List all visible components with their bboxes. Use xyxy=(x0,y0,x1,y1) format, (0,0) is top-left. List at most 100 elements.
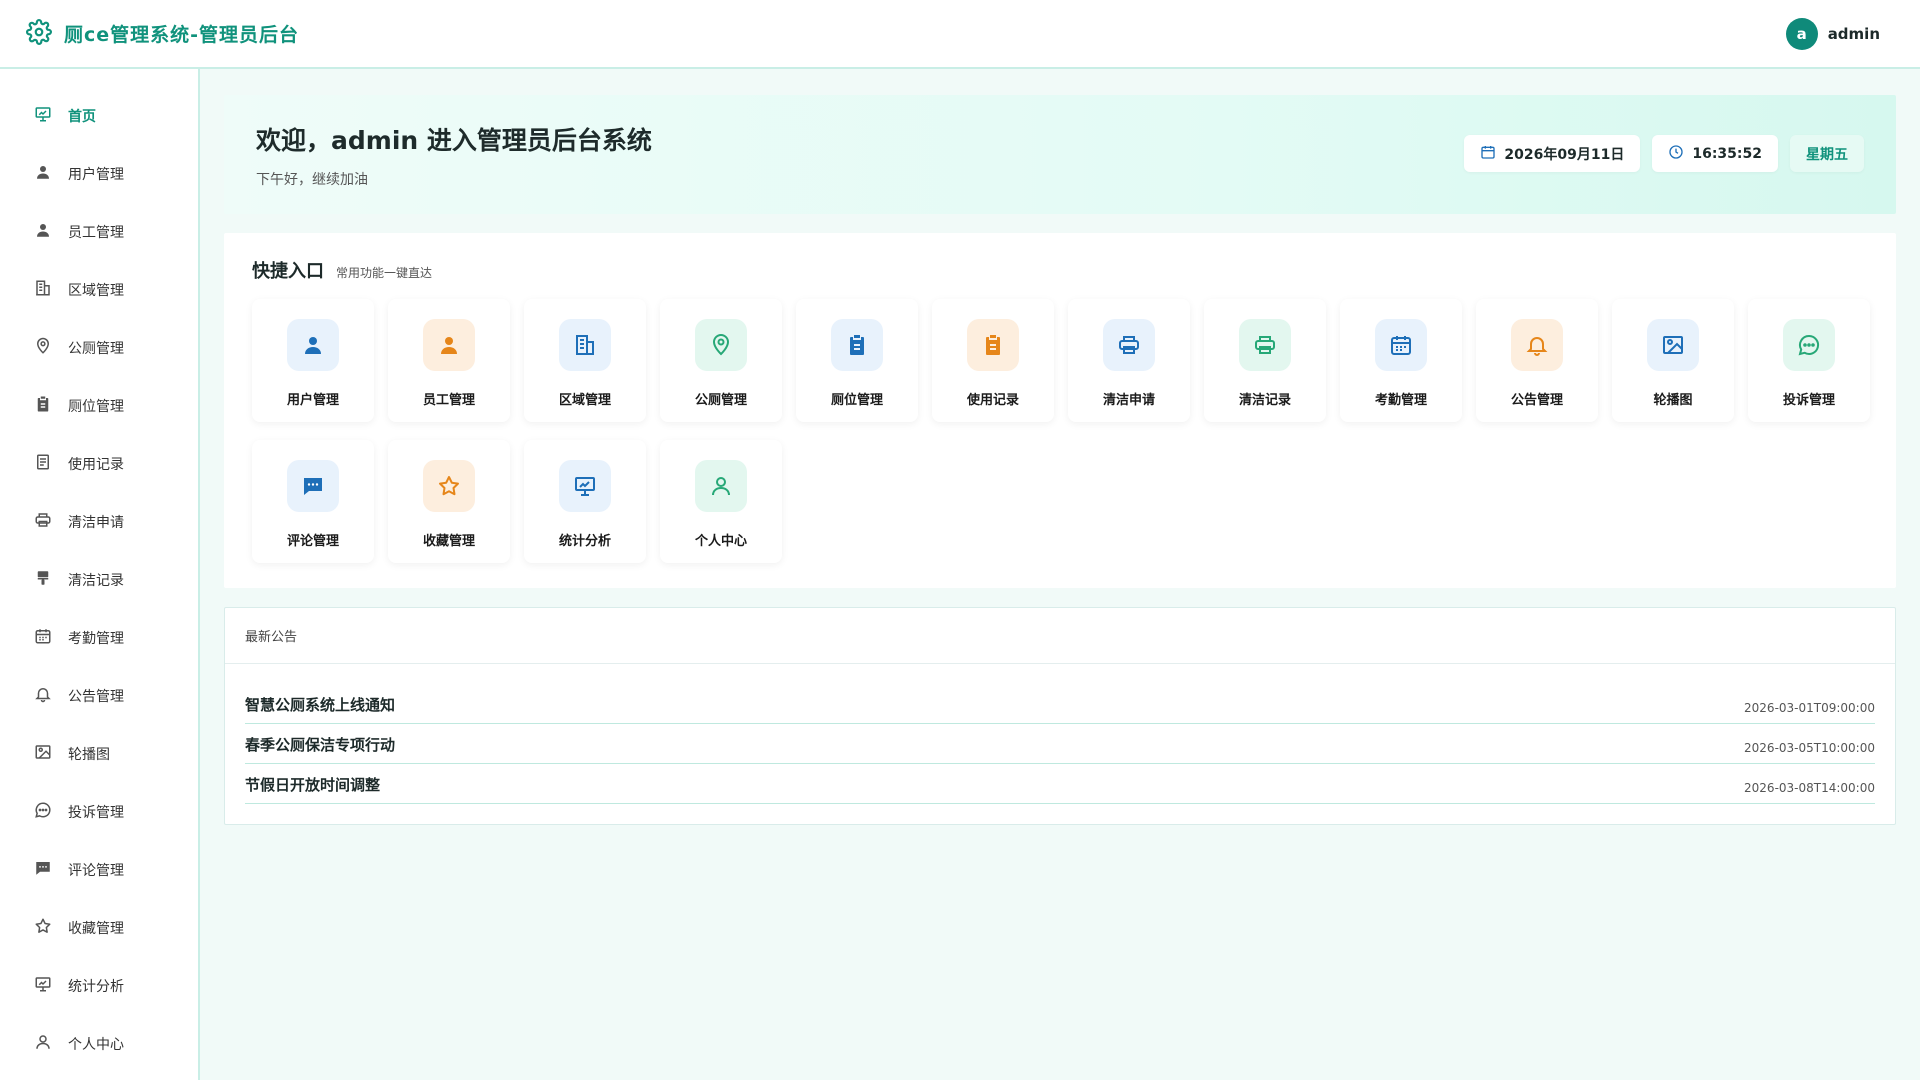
sidebar-item-label: 员工管理 xyxy=(68,225,124,241)
sidebar-item-label: 使用记录 xyxy=(68,457,124,473)
user-outline-icon xyxy=(34,1033,52,1055)
quick-entry-label: 员工管理 xyxy=(422,393,475,408)
sidebar-item-17[interactable]: 个人中心 xyxy=(0,1015,198,1073)
calendar-icon xyxy=(1375,319,1427,371)
sidebar-item-14[interactable]: 评论管理 xyxy=(0,841,198,899)
sidebar-item-2[interactable]: 用户管理 xyxy=(0,145,198,203)
user-icon xyxy=(287,319,339,371)
quick-entry-card[interactable]: 区域管理 xyxy=(524,299,646,422)
date-chip: 2026年09月11日 xyxy=(1464,135,1641,172)
printer-icon xyxy=(1239,319,1291,371)
sidebar-item-15[interactable]: 收藏管理 xyxy=(0,899,198,957)
sidebar-item-label: 公厕管理 xyxy=(68,341,124,357)
printer-icon xyxy=(1103,319,1155,371)
notice-row[interactable]: 节假日开放时间调整 2026-03-08T14:00:00 xyxy=(245,764,1875,804)
quick-entry-card[interactable]: 考勤管理 xyxy=(1340,299,1462,422)
quick-entry-card[interactable]: 统计分析 xyxy=(524,440,646,563)
app-title: 厕ce管理系统-管理员后台 xyxy=(64,24,300,46)
sidebar-item-9[interactable]: 清洁记录 xyxy=(0,551,198,609)
sidebar-item-label: 轮播图 xyxy=(68,747,110,763)
sidebar-item-5[interactable]: 公厕管理 xyxy=(0,319,198,377)
user-icon xyxy=(34,163,52,185)
sidebar-item-10[interactable]: 考勤管理 xyxy=(0,609,198,667)
quick-entry-card[interactable]: 公告管理 xyxy=(1476,299,1598,422)
quick-entry-card[interactable]: 员工管理 xyxy=(388,299,510,422)
picture-icon xyxy=(34,743,52,765)
time-text: 16:35:52 xyxy=(1692,145,1762,162)
sidebar-item-13[interactable]: 投诉管理 xyxy=(0,783,198,841)
time-chip: 16:35:52 xyxy=(1652,135,1778,172)
sidebar-item-1[interactable]: 首页 xyxy=(0,87,198,145)
notice-panel: 最新公告 智慧公厕系统上线通知 2026-03-01T09:00:00 春季公厕保洁… xyxy=(224,607,1896,825)
quick-entry-card[interactable]: 评论管理 xyxy=(252,440,374,563)
quick-entry-card[interactable]: 收藏管理 xyxy=(388,440,510,563)
quick-entry-title: 快捷入口 xyxy=(252,261,324,282)
chart-board-icon xyxy=(559,460,611,512)
sidebar-item-label: 用户管理 xyxy=(68,167,124,183)
sidebar-item-4[interactable]: 区域管理 xyxy=(0,261,198,319)
chart-board-icon xyxy=(34,105,52,127)
sidebar-item-7[interactable]: 使用记录 xyxy=(0,435,198,493)
sidebar-item-label: 投诉管理 xyxy=(68,805,124,821)
sidebar-item-16[interactable]: 统计分析 xyxy=(0,957,198,1015)
bell-icon xyxy=(34,685,52,707)
star-icon xyxy=(34,917,52,939)
notice-item-time: 2026-03-01T09:00:00 xyxy=(1744,701,1875,715)
sidebar-item-6[interactable]: 厕位管理 xyxy=(0,377,198,435)
notice-item-title: 春季公厕保洁专项行动 xyxy=(245,736,396,754)
quick-entry-card[interactable]: 清洁记录 xyxy=(1204,299,1326,422)
user-menu[interactable]: a admin xyxy=(1785,17,1880,50)
sidebar-item-11[interactable]: 公告管理 xyxy=(0,667,198,725)
sidebar-item-12[interactable]: 轮播图 xyxy=(0,725,198,783)
quick-entry-card[interactable]: 公厕管理 xyxy=(660,299,782,422)
quick-entry-label: 清洁申请 xyxy=(1102,393,1155,408)
quick-entry-label: 用户管理 xyxy=(286,393,339,408)
printer-icon xyxy=(34,511,52,533)
quick-entry-label: 使用记录 xyxy=(966,393,1019,408)
quick-entry-label: 厕位管理 xyxy=(830,393,883,408)
sidebar-item-3[interactable]: 员工管理 xyxy=(0,203,198,261)
user-icon xyxy=(34,221,52,243)
date-text: 2026年09月11日 xyxy=(1504,146,1625,163)
clipboard-icon xyxy=(34,395,52,417)
quick-entry-card[interactable]: 投诉管理 xyxy=(1748,299,1870,422)
quick-entry-label: 评论管理 xyxy=(286,534,339,549)
sidebar-item-label: 清洁申请 xyxy=(68,515,124,531)
sidebar-item-label: 收藏管理 xyxy=(68,921,124,937)
avatar: a xyxy=(1785,17,1818,50)
quick-entry-card[interactable]: 使用记录 xyxy=(932,299,1054,422)
sidebar-item-label: 个人中心 xyxy=(68,1037,124,1053)
sidebar-item-label: 清洁记录 xyxy=(68,573,124,589)
notice-row[interactable]: 春季公厕保洁专项行动 2026-03-05T10:00:00 xyxy=(245,724,1875,764)
quick-entry-card[interactable]: 轮播图 xyxy=(1612,299,1734,422)
top-header: 厕ce管理系统-管理员后台 a admin xyxy=(0,0,1920,69)
clipboard-icon xyxy=(967,319,1019,371)
clipboard-icon xyxy=(831,319,883,371)
notice-item-time: 2026-03-05T10:00:00 xyxy=(1744,741,1875,755)
sidebar-item-label: 统计分析 xyxy=(68,979,124,995)
quick-entry-label: 考勤管理 xyxy=(1374,393,1427,408)
comment-icon xyxy=(287,460,339,512)
notice-item-title: 节假日开放时间调整 xyxy=(245,776,381,794)
quick-entry-card[interactable]: 厕位管理 xyxy=(796,299,918,422)
quick-entry-card[interactable]: 用户管理 xyxy=(252,299,374,422)
building-icon xyxy=(559,319,611,371)
sidebar-item-label: 首页 xyxy=(68,109,96,125)
quick-entry-label: 个人中心 xyxy=(694,534,747,549)
weekday-text: 星期五 xyxy=(1806,146,1848,163)
bell-icon xyxy=(1511,319,1563,371)
chat-dots-icon xyxy=(1783,319,1835,371)
calendar-icon xyxy=(1480,144,1496,164)
user-name: admin xyxy=(1827,24,1880,43)
sidebar-item-label: 评论管理 xyxy=(68,863,124,879)
quick-entry-grid: 用户管理 员工管理 区域管理 公厕管理 厕位管理 使用记录 清洁申请 清洁记录 考勤管理 公告管理… xyxy=(252,299,1870,563)
quick-entry-label: 轮播图 xyxy=(1653,393,1693,408)
notice-row[interactable]: 智慧公厕系统上线通知 2026-03-01T09:00:00 xyxy=(245,684,1875,724)
brand[interactable]: 厕ce管理系统-管理员后台 xyxy=(26,18,300,49)
user-outline-icon xyxy=(695,460,747,512)
sidebar-item-8[interactable]: 清洁申请 xyxy=(0,493,198,551)
quick-entry-label: 统计分析 xyxy=(558,534,611,549)
quick-entry-card[interactable]: 个人中心 xyxy=(660,440,782,563)
quick-entry-card[interactable]: 清洁申请 xyxy=(1068,299,1190,422)
sidebar-item-label: 考勤管理 xyxy=(68,631,124,647)
